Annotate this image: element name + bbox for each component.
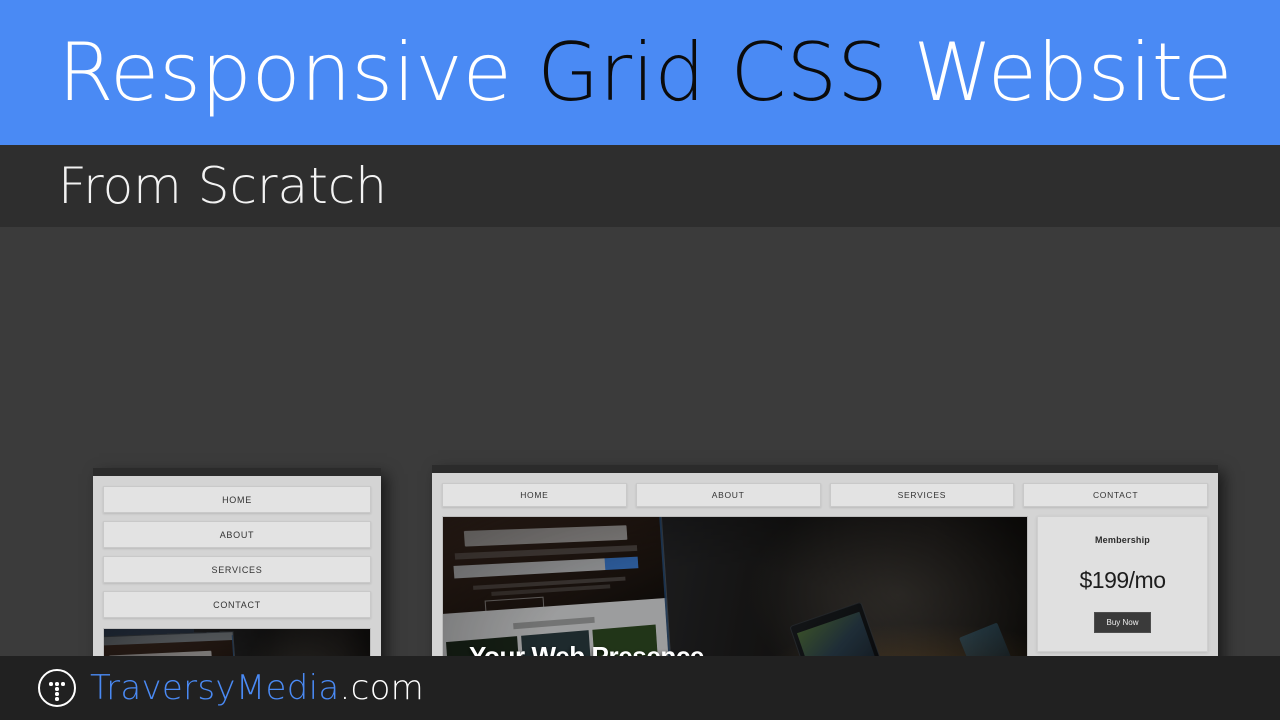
mobile-panel-chrome	[93, 468, 381, 476]
mobile-nav-item-contact[interactable]: CONTACT	[103, 591, 371, 618]
mobile-nav-item-services[interactable]: SERVICES	[103, 556, 371, 583]
desktop-nav-item-home[interactable]: HOME	[442, 483, 627, 507]
page-title: Responsive Grid CSS Website	[58, 32, 1232, 113]
title-band: Responsive Grid CSS Website	[0, 0, 1280, 145]
title-part-2: Grid CSS	[537, 25, 914, 119]
mobile-nav-item-home[interactable]: HOME	[103, 486, 371, 513]
traversy-t-dots-logo-icon	[38, 669, 76, 707]
subtitle-band: From Scratch	[0, 145, 1280, 227]
page-subtitle: From Scratch	[58, 157, 387, 215]
pricing-amount: $199/mo	[1079, 567, 1166, 593]
title-part-3: Website	[913, 25, 1233, 119]
brand-wordmark: TraversyMedia.com	[90, 668, 424, 708]
mobile-nav: HOME ABOUT SERVICES CONTACT	[103, 486, 371, 618]
brand-name: TraversyMedia	[90, 668, 340, 708]
title-part-1: Responsive	[58, 25, 538, 119]
desktop-nav-item-services[interactable]: SERVICES	[829, 483, 1015, 507]
branding-bar: TraversyMedia.com	[0, 656, 1280, 720]
mobile-nav-item-about[interactable]: ABOUT	[103, 521, 371, 548]
desktop-nav-item-contact[interactable]: CONTACT	[1023, 483, 1208, 507]
pricing-card-membership: Membership $199/mo Buy Now	[1037, 516, 1208, 652]
desktop-panel-chrome	[432, 465, 1218, 473]
desktop-nav: HOME ABOUT SERVICES CONTACT	[442, 483, 1208, 507]
preview-stage: HOME ABOUT SERVICES CONTACT HOME ABOUT S…	[0, 227, 1280, 720]
brand-tld: .com	[339, 668, 425, 708]
buy-now-button-membership[interactable]: Buy Now	[1094, 612, 1151, 633]
screenshot-root: Responsive Grid CSS Website From Scratch…	[0, 0, 1280, 720]
pricing-title: Membership	[1094, 535, 1150, 545]
desktop-nav-item-about[interactable]: ABOUT	[635, 483, 821, 507]
